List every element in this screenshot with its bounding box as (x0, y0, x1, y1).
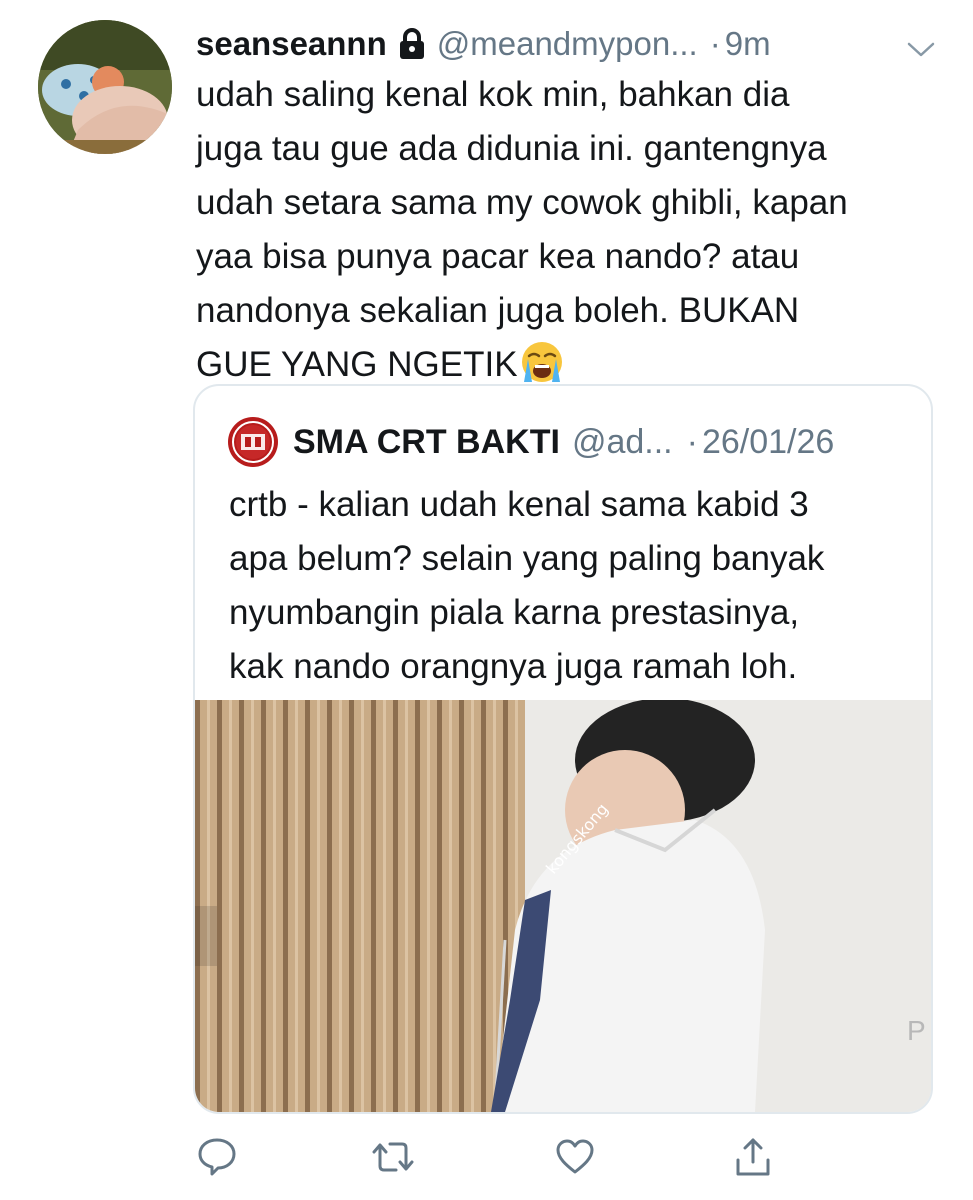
quoted-tweet-header: SMA CRT BAKTI @ad... · 26/01/26 (227, 416, 907, 468)
quoted-tweet-text: crtb - kalian udah kenal sama kabid 3 ap… (229, 485, 825, 686)
quoted-date[interactable]: 26/01/26 (702, 423, 834, 462)
tweet-actions (190, 1134, 790, 1184)
reply-icon[interactable] (194, 1134, 240, 1180)
heart-icon[interactable] (552, 1134, 598, 1180)
quoted-tweet[interactable]: SMA CRT BAKTI @ad... · 26/01/26 crtb - k… (193, 384, 933, 1114)
separator-dot: · (686, 422, 698, 461)
tweet-header: seanseannn @meandmypon... · 9m (196, 22, 936, 66)
tweet-text-body: udah saling kenal kok min, bahkan dia ju… (196, 75, 848, 384)
tweet-text: udah saling kenal kok min, bahkan dia ju… (196, 68, 941, 392)
display-name[interactable]: seanseannn (196, 24, 387, 64)
lock-icon (399, 28, 425, 60)
quoted-tweet-image[interactable]: kongskong P (195, 700, 931, 1112)
user-handle[interactable]: @meandmypon... (437, 24, 698, 64)
quoted-display-name[interactable]: SMA CRT BAKTI (293, 423, 560, 462)
share-icon[interactable] (730, 1134, 776, 1180)
quoted-avatar[interactable] (227, 416, 279, 468)
retweet-icon[interactable] (370, 1134, 416, 1180)
quoted-user-handle[interactable]: @ad... (572, 423, 673, 462)
loudly-crying-face-icon (520, 340, 564, 384)
svg-text:P: P (907, 1015, 926, 1046)
timestamp[interactable]: 9m (725, 24, 771, 64)
chevron-down-icon[interactable] (906, 30, 936, 57)
avatar[interactable] (38, 20, 172, 154)
separator-dot: · (709, 25, 721, 62)
